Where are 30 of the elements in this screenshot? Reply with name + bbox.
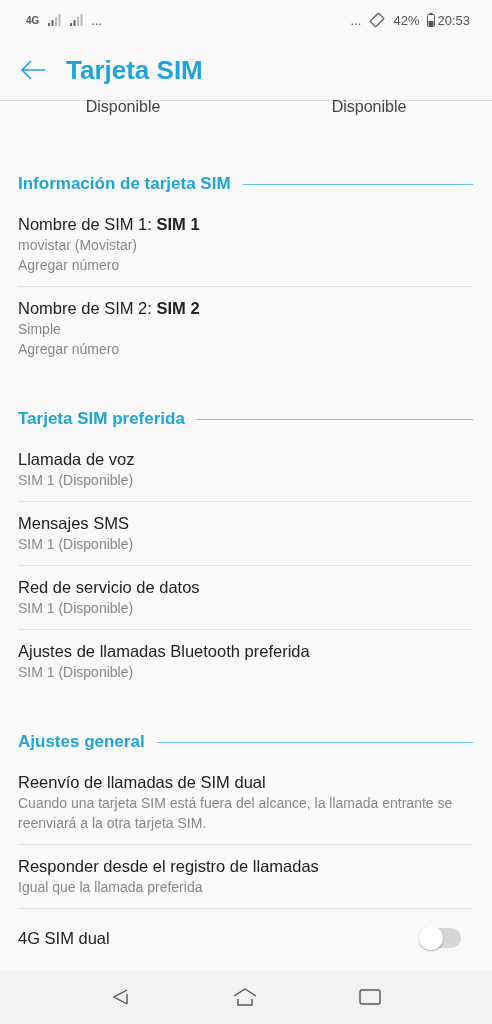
setting-label: 4G SIM dual xyxy=(18,928,111,949)
settings-item[interactable]: Nombre de SIM 1: SIM 1 movistar (Movistar) Agregar número xyxy=(18,203,473,287)
home-icon xyxy=(233,987,257,1007)
section-header: Información de tarjeta SIM xyxy=(18,174,231,194)
signal-icon xyxy=(69,13,84,27)
section-header: Tarjeta SIM preferida xyxy=(18,409,185,429)
sim-status-text: Disponible xyxy=(330,98,408,116)
settings-item[interactable]: Mensajes SMS SIM 1 (Disponible) xyxy=(18,502,473,566)
more-notifications: ... xyxy=(91,12,103,28)
section-header: Ajustes general xyxy=(18,732,145,752)
toggle-switch[interactable] xyxy=(421,928,461,948)
battery-icon xyxy=(427,13,436,27)
more-notifications: ... xyxy=(350,12,362,28)
settings-item[interactable]: Red de servicio de datos SIM 1 (Disponible) xyxy=(18,566,473,630)
rotate-icon xyxy=(369,12,386,28)
network-type: 4G xyxy=(26,14,40,26)
settings-item[interactable]: Ajustes de llamadas Bluetooth preferida SIM 1 (Disponible) xyxy=(18,630,473,693)
settings-item[interactable]: Responder desde el registro de llamadas Igual que la llamada preferida xyxy=(18,845,473,909)
back-arrow-icon xyxy=(20,59,46,81)
settings-item[interactable]: Nombre de SIM 2: SIM 2 Simple Agregar número xyxy=(18,287,473,370)
back-triangle-icon xyxy=(111,987,131,1007)
sim-status-text: Disponible xyxy=(84,98,162,116)
screen-title: Tarjeta SIM xyxy=(66,54,203,86)
settings-item[interactable]: Reenvío de llamadas de SIM dual Cuando una tarjeta SIM está fuera del alcance, la llamada entrante se reenviará a la otra tarjeta SIM. xyxy=(18,761,473,845)
signal-icon xyxy=(47,13,62,27)
clock: 20:53 xyxy=(437,12,470,28)
recents-icon xyxy=(359,988,381,1006)
back-button[interactable] xyxy=(20,59,46,81)
battery-percent: 42% xyxy=(393,12,420,28)
settings-item[interactable]: Llamada de voz SIM 1 (Disponible) xyxy=(18,438,473,502)
